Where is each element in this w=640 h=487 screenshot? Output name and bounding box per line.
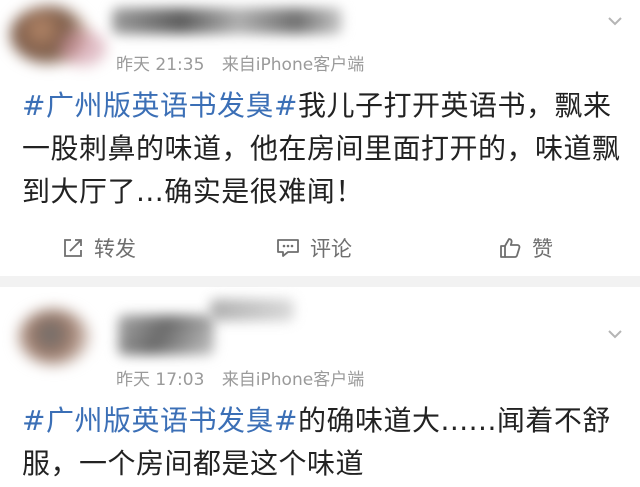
hashtag-link[interactable]: #广州版英语书发臭# bbox=[22, 404, 298, 437]
avatar[interactable] bbox=[18, 309, 90, 365]
chevron-down-icon[interactable] bbox=[608, 329, 622, 339]
comment-icon bbox=[277, 239, 299, 257]
avatar-accent bbox=[60, 30, 106, 66]
repost-icon bbox=[64, 239, 82, 257]
post-meta: 昨天 17:03 来自iPhone客户端 bbox=[116, 365, 364, 390]
username-redacted bbox=[210, 299, 294, 321]
repost-label: 转发 bbox=[94, 237, 136, 261]
post-text: #广州版英语书发臭#的确味道大......闻着不舒服，一个房间都是这个味道 bbox=[22, 399, 626, 485]
post-card: 昨天 21:35 来自iPhone客户端 #广州版英语书发臭#我儿子打开英语书，… bbox=[0, 0, 640, 276]
like-label: 赞 bbox=[532, 237, 553, 261]
thumbs-up-icon bbox=[500, 238, 521, 258]
weibo-feed: 昨天 21:35 来自iPhone客户端 #广州版英语书发臭#我儿子打开英语书，… bbox=[0, 0, 640, 487]
post-meta: 昨天 21:35 来自iPhone客户端 bbox=[116, 50, 364, 75]
username-redacted bbox=[112, 8, 342, 34]
hashtag-link[interactable]: #广州版英语书发臭# bbox=[22, 89, 298, 122]
post-time: 昨天 17:03 bbox=[116, 370, 205, 390]
chevron-down-icon[interactable] bbox=[608, 16, 622, 26]
action-bar: 转发 评论 赞 bbox=[0, 228, 640, 268]
username-redacted bbox=[118, 315, 214, 355]
repost-button[interactable]: 转发 bbox=[62, 228, 136, 268]
post-text: #广州版英语书发臭#我儿子打开英语书，飘来一股刺鼻的味道，他在房间里面打开的，味… bbox=[22, 84, 626, 213]
post-source[interactable]: 来自iPhone客户端 bbox=[222, 370, 364, 390]
like-button[interactable]: 赞 bbox=[498, 228, 553, 268]
comment-button[interactable]: 评论 bbox=[276, 228, 352, 268]
comment-label: 评论 bbox=[310, 237, 352, 261]
post-card: 昨天 17:03 来自iPhone客户端 #广州版英语书发臭#的确味道大....… bbox=[0, 287, 640, 487]
post-time: 昨天 21:35 bbox=[116, 55, 205, 75]
post-source[interactable]: 来自iPhone客户端 bbox=[222, 55, 364, 75]
